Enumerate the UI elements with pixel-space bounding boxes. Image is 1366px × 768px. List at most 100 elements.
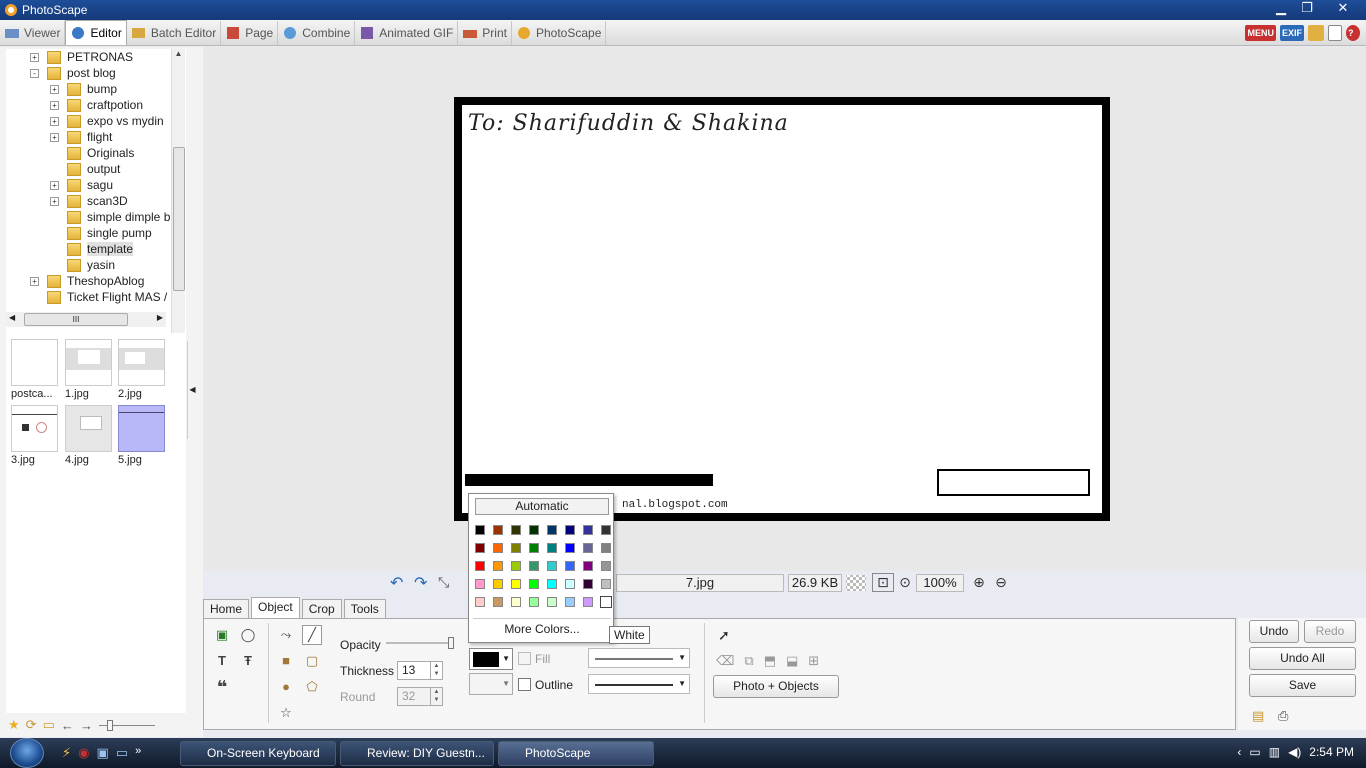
color-swatch[interactable] [529, 543, 539, 553]
fill-checkbox[interactable] [518, 652, 531, 665]
color-swatch[interactable] [529, 525, 539, 535]
thumbnail-item[interactable]: postca... [11, 339, 59, 400]
thumbnail-item[interactable]: 3.jpg [11, 405, 59, 466]
tab-photoscape[interactable]: PhotoScape [512, 20, 607, 45]
tree-item[interactable]: single pump [50, 225, 152, 241]
tree-item[interactable]: + PETRONAS [30, 49, 133, 65]
color-swatch[interactable] [511, 525, 521, 535]
tree-expander-icon[interactable]: + [30, 276, 39, 286]
spinner-arrows-icon[interactable]: ▲ ▼ [430, 662, 442, 679]
color-swatch[interactable] [600, 596, 612, 608]
tree-item[interactable]: + expo vs mydin [50, 113, 164, 129]
automatic-color-button[interactable]: Automatic [475, 498, 609, 515]
tree-item[interactable]: yasin [50, 257, 115, 273]
resize-icon[interactable]: ⤡ [438, 574, 462, 591]
tree-item[interactable]: + sagu [50, 177, 113, 193]
taskbar-keyboard-button[interactable]: On-Screen Keyboard [180, 741, 336, 766]
color-swatch[interactable] [583, 525, 593, 535]
thickness-spinner[interactable]: 13 ▲ ▼ [397, 661, 443, 680]
tree-item[interactable]: simple dimple b [50, 209, 170, 225]
more-colors-button[interactable]: More Colors... [469, 622, 615, 636]
tree-item[interactable]: + TheshopAblog [30, 273, 144, 289]
quote-tool-icon[interactable]: ❝ [212, 677, 232, 697]
clock[interactable]: 2:54 PM [1309, 745, 1354, 759]
color-swatch[interactable] [529, 597, 539, 607]
color-swatch[interactable] [583, 597, 593, 607]
color-swatch[interactable] [583, 579, 593, 589]
tree-vertical-scrollbar[interactable]: ▲ ▼ [171, 49, 185, 355]
network-icon[interactable]: ▥ [1269, 745, 1280, 759]
panel-collapse-handle[interactable]: ◀ [187, 341, 197, 439]
tree-expander-icon[interactable]: + [50, 180, 59, 190]
tree-item[interactable]: Originals [50, 145, 134, 161]
speech-balloon-icon[interactable]: ◯ [238, 625, 258, 645]
color-swatch[interactable] [583, 543, 593, 553]
tree-horizontal-scrollbar[interactable]: ◀ III ▶ [6, 312, 166, 327]
undo-all-button[interactable]: Undo All [1249, 647, 1356, 670]
thumbnail-item[interactable]: 2.jpg [118, 339, 166, 400]
scrollbar-thumb[interactable] [173, 147, 185, 291]
tab-viewer[interactable]: Viewer [0, 20, 66, 45]
save-button[interactable]: Save [1249, 674, 1356, 697]
color-swatch[interactable] [565, 597, 575, 607]
favorite-star-icon[interactable]: ★ [8, 717, 20, 733]
color-swatch[interactable] [547, 561, 557, 571]
rounded-rectangle-icon[interactable]: ▢ [302, 651, 322, 671]
transparency-checker-icon[interactable] [846, 574, 866, 591]
color-swatch[interactable] [601, 543, 611, 553]
tree-item[interactable]: - post blog [30, 65, 116, 81]
tree-expander-icon[interactable]: + [50, 196, 59, 206]
window-switch-icon[interactable]: ▣ [96, 745, 108, 761]
color-swatch[interactable] [493, 525, 503, 535]
tree-expander-icon[interactable]: + [50, 132, 59, 142]
tab-home[interactable]: Home [203, 599, 250, 619]
tab-crop[interactable]: Crop [301, 599, 342, 619]
spinner-arrows-icon[interactable]: ▲ ▼ [430, 688, 442, 705]
zoom-in-icon[interactable]: ⊕ [968, 574, 990, 591]
fit-to-window-icon[interactable]: ⊡ [872, 573, 894, 592]
color-swatch[interactable] [475, 597, 485, 607]
round-spinner[interactable]: 32 ▲ ▼ [397, 687, 443, 706]
polygon-icon[interactable]: ⬠ [302, 677, 322, 697]
color-swatch[interactable] [493, 561, 503, 571]
tree-item[interactable]: + flight [50, 129, 112, 145]
color-swatch[interactable] [547, 525, 557, 535]
tab-batch-editor[interactable]: Batch Editor [127, 20, 222, 45]
back-arrow-icon[interactable]: ← [61, 718, 74, 733]
tree-item[interactable]: output [50, 161, 120, 177]
scroll-right-arrow-icon[interactable]: ▶ [157, 313, 163, 322]
tab-print[interactable]: Print [458, 20, 512, 45]
color-swatch[interactable] [493, 597, 503, 607]
tree-item[interactable]: Ticket Flight MAS / [30, 289, 167, 305]
maximize-button[interactable]: ❐ [1294, 0, 1320, 18]
color-swatch[interactable] [547, 543, 557, 553]
color-swatch[interactable] [529, 579, 539, 589]
color-swatch[interactable] [475, 525, 485, 535]
color-swatch[interactable] [493, 543, 503, 553]
actual-size-icon[interactable]: ⊙ [894, 574, 916, 591]
insert-photo-icon[interactable]: ▣ [212, 625, 232, 645]
color-swatch[interactable] [601, 579, 611, 589]
printer-icon[interactable]: ⎙ [1278, 708, 1288, 724]
curve-line-icon[interactable]: ⤳ [276, 625, 296, 645]
show-desktop-icon[interactable]: ▭ [116, 745, 128, 761]
tree-expander-icon[interactable]: + [50, 100, 59, 110]
editor-canvas[interactable]: To: Sharifuddin & Shakina nal.blogspot.c… [203, 47, 1366, 571]
bring-forward-icon[interactable]: ⬒ [764, 653, 776, 669]
redo-button[interactable]: Redo [1304, 620, 1356, 643]
color-swatch[interactable] [511, 597, 521, 607]
color-swatch[interactable] [601, 525, 611, 535]
tree-item[interactable]: + scan3D [50, 193, 128, 209]
scroll-left-arrow-icon[interactable]: ◀ [9, 313, 15, 322]
zoom-out-icon[interactable]: ⊖ [990, 574, 1012, 591]
opacity-slider[interactable] [386, 637, 454, 649]
rectangle-icon[interactable]: ■ [276, 651, 296, 671]
tree-expander-icon[interactable]: + [50, 84, 59, 94]
scrollbar-thumb[interactable]: III [24, 313, 128, 326]
exif-icon[interactable]: EXIF [1279, 25, 1304, 41]
refresh-folder-icon[interactable]: ⟳ [26, 717, 37, 733]
fill-color-picker[interactable]: ▼ [469, 673, 513, 695]
forward-arrow-icon[interactable]: → [80, 718, 93, 733]
taskbar-photoscape-button[interactable]: PhotoScape [498, 741, 654, 766]
color-swatch[interactable] [565, 543, 575, 553]
